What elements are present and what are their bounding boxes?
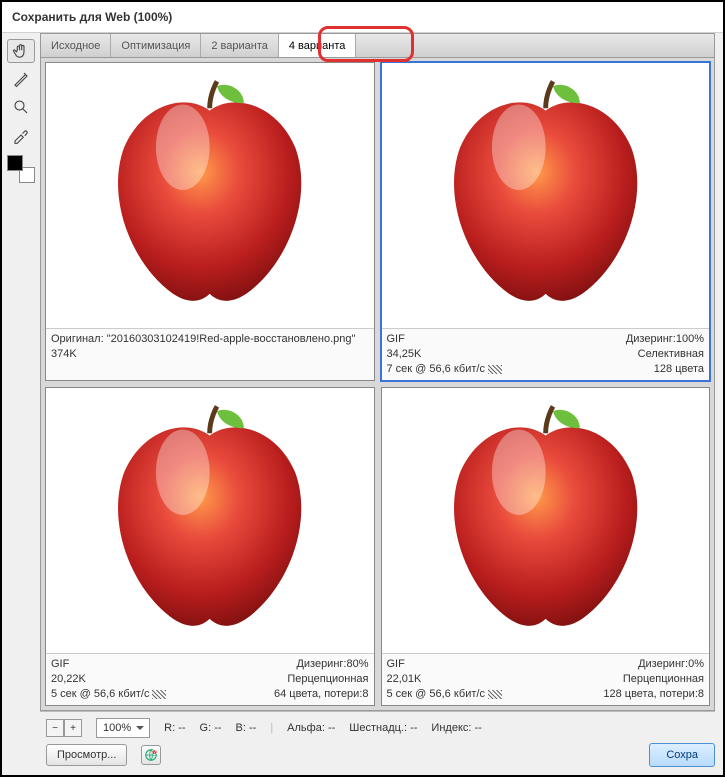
toolbar [2, 33, 40, 772]
svg-text:?: ? [153, 749, 157, 756]
pane-info: GIFДизеринг:100% 34,25KСелективная 7 сек… [382, 328, 710, 380]
hex-readout: Шестнадц.: -- [349, 722, 417, 734]
preview-button[interactable]: Просмотр... [46, 744, 127, 766]
pane-gif-2[interactable]: GIFДизеринг:80% 20,22KПерцепционная 5 се… [45, 387, 375, 706]
zoom-tool[interactable] [7, 95, 35, 119]
browser-preview-button[interactable]: ? [141, 745, 161, 765]
slice-tool[interactable] [7, 67, 35, 91]
color-swatches[interactable] [7, 155, 35, 183]
pane-gif-3[interactable]: GIFДизеринг:0% 22,01KПерцепционная 5 сек… [381, 387, 711, 706]
view-tabs: Исходное Оптимизация 2 варианта 4 вариан… [40, 33, 715, 57]
footer: −+ 100% R: -- G: -- B: -- | Альфа: -- Ше… [40, 711, 715, 772]
b-readout: B: -- [236, 722, 257, 734]
eyedropper-tool[interactable] [7, 123, 35, 147]
alpha-readout: Альфа: -- [287, 722, 335, 734]
preview-image [59, 399, 360, 643]
hand-tool[interactable] [7, 39, 35, 63]
tab-2up[interactable]: 2 варианта [201, 34, 279, 57]
preview-image [395, 74, 696, 318]
tab-original[interactable]: Исходное [41, 34, 111, 57]
window-title: Сохранить для Web (100%) [2, 2, 723, 33]
pane-info: Оригинал: "20160303102419!Red-apple-восс… [46, 328, 374, 380]
pane-gif-1[interactable]: GIFДизеринг:100% 34,25KСелективная 7 сек… [381, 62, 711, 381]
pane-original[interactable]: Оригинал: "20160303102419!Red-apple-восс… [45, 62, 375, 381]
pane-info: GIFДизеринг:0% 22,01KПерцепционная 5 сек… [382, 653, 710, 705]
preview-image [395, 399, 696, 643]
tab-4up[interactable]: 4 варианта [279, 34, 357, 57]
pane-info: GIFДизеринг:80% 20,22KПерцепционная 5 се… [46, 653, 374, 705]
r-readout: R: -- [164, 722, 185, 734]
g-readout: G: -- [200, 722, 222, 734]
preview-image [59, 74, 360, 318]
zoom-in-button[interactable]: + [64, 719, 82, 737]
zoom-select[interactable]: 100% [96, 718, 150, 738]
tab-optimized[interactable]: Оптимизация [111, 34, 201, 57]
preview-grid: Оригинал: "20160303102419!Red-apple-восс… [40, 57, 715, 711]
index-readout: Индекс: -- [431, 722, 481, 734]
zoom-out-button[interactable]: − [46, 719, 64, 737]
save-button[interactable]: Сохра [649, 743, 715, 767]
foreground-swatch[interactable] [7, 155, 23, 171]
